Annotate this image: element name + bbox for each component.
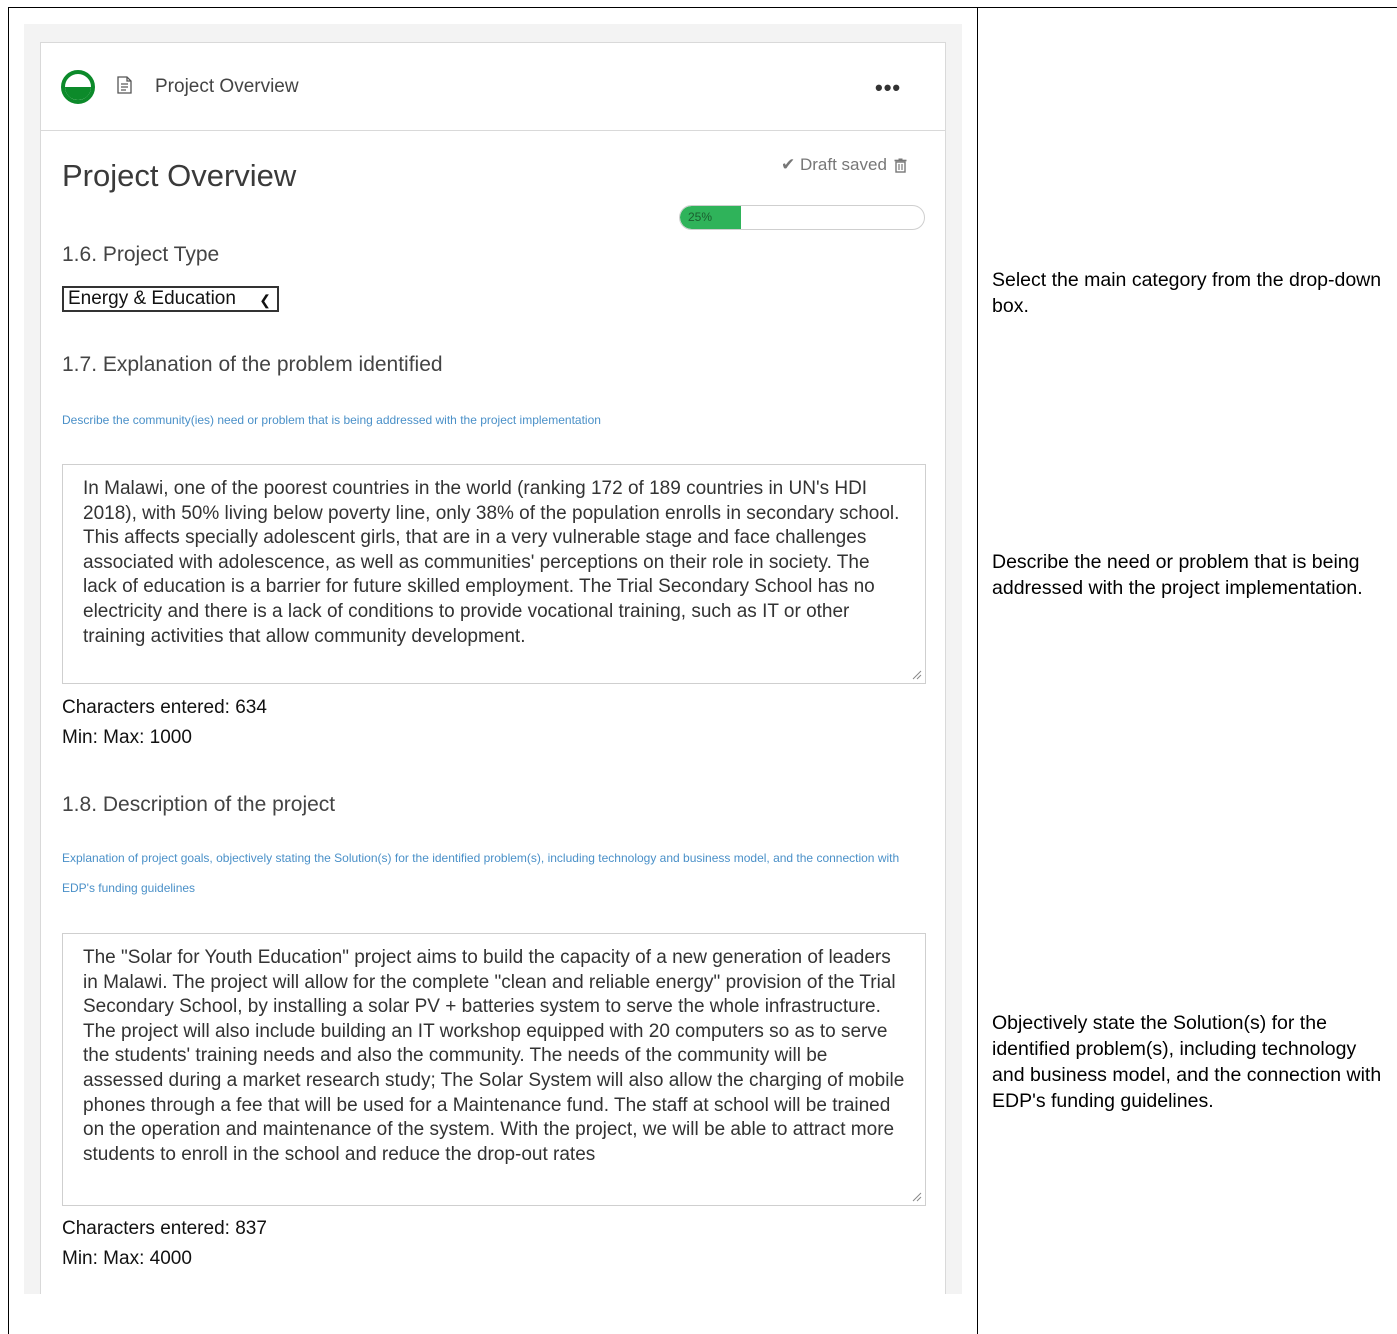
progress-status-icon bbox=[61, 70, 95, 104]
problem-char-count: Characters entered: 634 bbox=[62, 697, 267, 718]
problem-label: 1.7. Explanation of the problem identifi… bbox=[62, 353, 443, 376]
progress-bar: 25% bbox=[679, 205, 925, 230]
resize-handle-icon[interactable] bbox=[912, 1192, 922, 1202]
project-type-selected: Energy & Education bbox=[68, 288, 236, 309]
problem-textarea[interactable]: In Malawi, one of the poorest countries … bbox=[62, 464, 926, 684]
more-options-icon[interactable]: ••• bbox=[875, 75, 901, 101]
note-project-type: Select the main category from the drop-d… bbox=[992, 269, 1382, 317]
note-description: Objectively state the Solution(s) for th… bbox=[992, 1012, 1382, 1112]
description-label: 1.8. Description of the project bbox=[62, 793, 336, 816]
note-problem: Describe the need or problem that is bei… bbox=[992, 551, 1363, 599]
form-screenshot: Project Overview ••• Project Overview ✔ … bbox=[24, 24, 962, 1294]
form-card: Project Overview ••• Project Overview ✔ … bbox=[40, 42, 946, 1294]
page-title: Project Overview bbox=[62, 158, 297, 193]
column-divider bbox=[977, 7, 978, 1334]
problem-help-text: Describe the community(ies) need or prob… bbox=[62, 413, 601, 427]
chevron-down-icon: ❮ bbox=[259, 292, 271, 308]
project-type-label: 1.6. Project Type bbox=[62, 243, 220, 266]
problem-char-limits: Min: Max: 1000 bbox=[62, 727, 192, 748]
draft-status: ✔ Draft saved bbox=[781, 155, 887, 174]
description-textarea[interactable]: The "Solar for Youth Education" project … bbox=[62, 933, 926, 1206]
resize-handle-icon[interactable] bbox=[912, 670, 922, 680]
trash-icon[interactable] bbox=[894, 158, 907, 173]
description-help-text: Explanation of project goals, objectivel… bbox=[62, 851, 900, 895]
header-title: Project Overview bbox=[155, 76, 299, 97]
problem-answer-text: In Malawi, one of the poorest countries … bbox=[83, 478, 900, 647]
description-char-limits: Min: Max: 4000 bbox=[62, 1248, 192, 1269]
document-icon bbox=[117, 76, 132, 94]
description-char-count: Characters entered: 837 bbox=[62, 1218, 267, 1239]
project-type-select[interactable]: Energy & Education ❮ bbox=[62, 286, 279, 312]
card-header: Project Overview ••• bbox=[41, 43, 945, 131]
description-answer-text: The "Solar for Youth Education" project … bbox=[83, 947, 905, 1165]
progress-label: 25% bbox=[688, 210, 713, 224]
